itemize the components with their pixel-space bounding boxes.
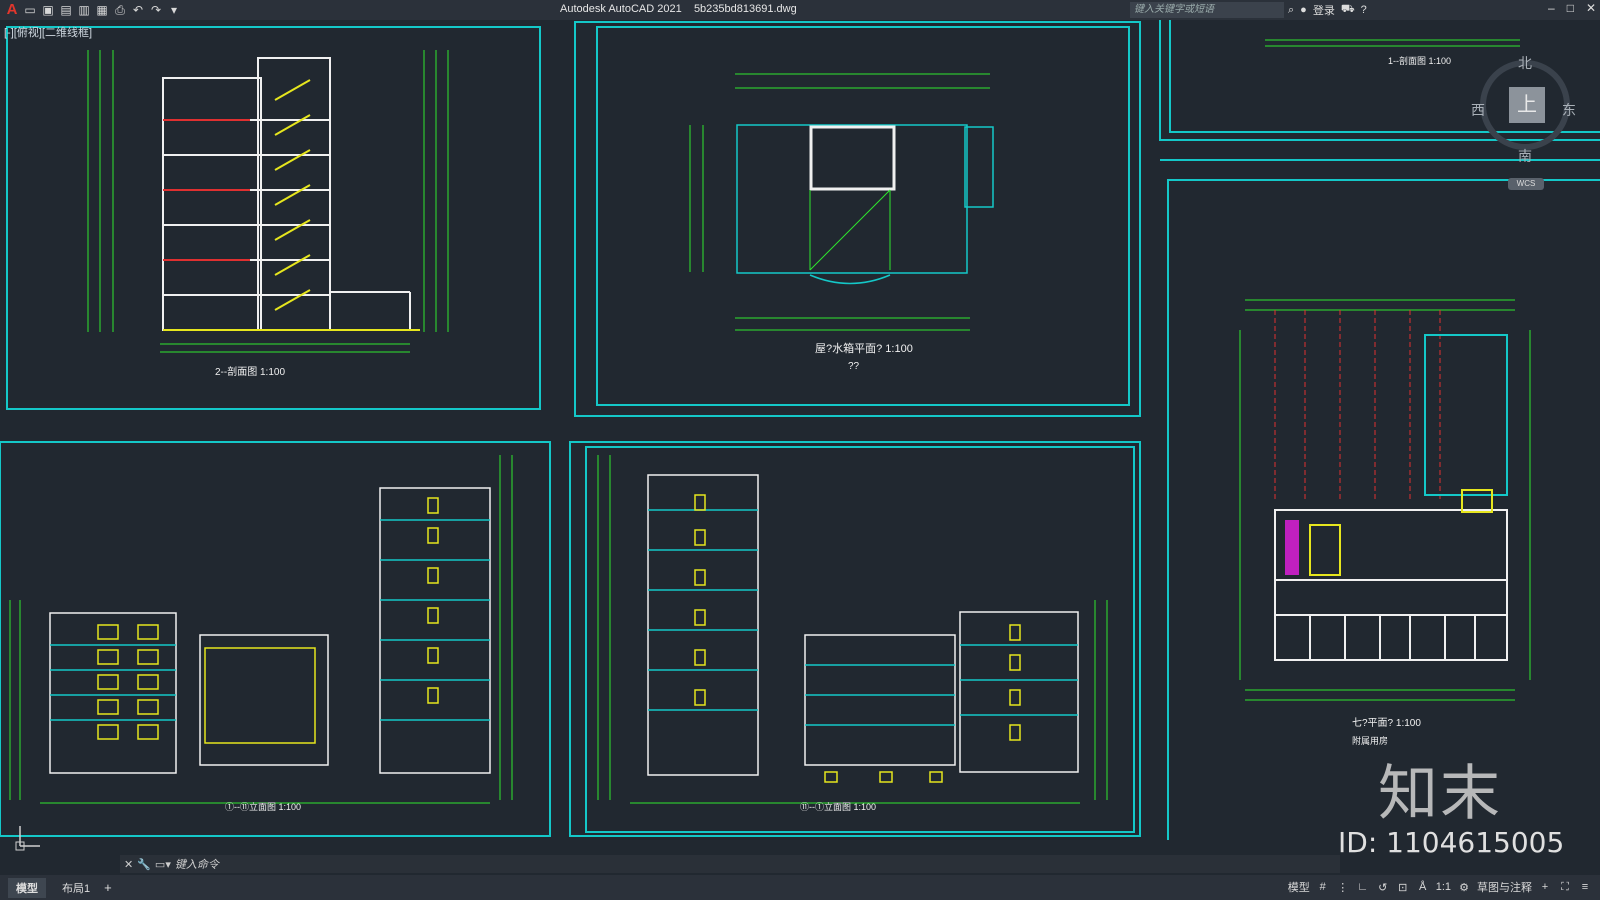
tab-model[interactable]: 模型 (8, 877, 46, 898)
cart-icon[interactable]: ⛟ (1341, 3, 1355, 17)
floor7-plan: 七?平面? 1:100 附属用房 (1239, 299, 1531, 746)
water-tank-subtitle: ?? (848, 361, 860, 372)
ucs-icon (15, 826, 40, 851)
annotation-scale[interactable]: 1:1 (1436, 881, 1451, 893)
workspace-switch[interactable]: 草图与注释 (1477, 879, 1532, 895)
viewcube-top-face[interactable]: 上 (1509, 87, 1545, 123)
grid-icon[interactable]: # (1316, 881, 1330, 893)
minimize-icon[interactable]: – (1548, 1, 1555, 15)
section-1-title: 1--剖面图 1:100 (1388, 55, 1451, 66)
new-file-icon[interactable]: ▭ (22, 2, 38, 18)
close-cmdline-icon[interactable]: ✕ (124, 858, 133, 871)
elevation-a-title: ①--⑪立面图 1:100 (225, 801, 301, 812)
autocad-logo-icon[interactable]: A (4, 2, 20, 18)
watermark-logo: 知末 (1378, 759, 1502, 829)
quick-access-toolbar: A ▭ ▣ ▤ ▥ ▦ ⎙ ↶ ↷ ▾ (4, 2, 182, 18)
compass-west[interactable]: 西 (1471, 100, 1485, 120)
gear-icon[interactable]: ⚙ (1457, 881, 1471, 894)
open-file-icon[interactable]: ▣ (40, 2, 56, 18)
search-icon[interactable]: ⌕ (1288, 4, 1294, 17)
title-right-controls: ⌕ ● 登录 ⛟ ? (1288, 2, 1367, 18)
compass-north[interactable]: 北 (1518, 53, 1532, 73)
publish-icon[interactable]: ▦ (94, 2, 110, 18)
customize-icon[interactable]: ▾ (166, 2, 182, 18)
save-icon[interactable]: ▤ (58, 2, 74, 18)
window-title: Autodesk AutoCAD 2021 5b235bd813691.dwg (560, 3, 797, 15)
water-tank-plan: 屋?水箱平面? 1:100 ?? (689, 73, 994, 372)
add-layout-icon[interactable]: + (104, 880, 112, 895)
plot-icon[interactable]: ⎙ (112, 2, 128, 18)
watermark-id: ID: 1104615005 (1338, 826, 1565, 859)
polar-icon[interactable]: ↺ (1376, 881, 1390, 894)
recent-commands-icon[interactable]: ▭▾ (155, 858, 171, 871)
tab-layout1[interactable]: 布局1 (54, 878, 98, 898)
compass-east[interactable]: 东 (1562, 100, 1576, 120)
command-input[interactable]: 键入命令 (175, 856, 219, 872)
sheet-frames (0, 20, 1600, 840)
section-2-drawing: 2--剖面图 1:100 (87, 50, 449, 378)
annotation-icon[interactable]: Å (1416, 881, 1430, 893)
customize-cmdline-icon[interactable]: 🔧 (137, 858, 151, 871)
ortho-icon[interactable]: ∟ (1356, 881, 1370, 893)
window-controls: – □ ✕ (1548, 1, 1596, 15)
plus-icon[interactable]: + (1538, 881, 1552, 893)
search-input[interactable]: 键入关键字或短语 (1130, 2, 1284, 18)
save-as-icon[interactable]: ▥ (76, 2, 92, 18)
drawing-canvas[interactable]: 2--剖面图 1:100 屋?水箱平面? 1:100 ?? 1--剖面图 1:1… (0, 20, 1600, 855)
help-icon[interactable]: ? (1361, 4, 1367, 16)
osnap-icon[interactable]: ⊡ (1396, 881, 1410, 894)
snap-icon[interactable]: ⋮ (1336, 881, 1350, 894)
elevation-b-drawing: ⑪--①立面图 1:100 (597, 455, 1108, 812)
viewcube[interactable]: 上 北 南 西 东 WCS (1470, 45, 1580, 195)
login-link[interactable]: 登录 (1313, 2, 1335, 18)
undo-icon[interactable]: ↶ (130, 2, 146, 18)
compass-south[interactable]: 南 (1518, 146, 1532, 166)
user-icon[interactable]: ● (1300, 4, 1307, 16)
status-bar: 模型 布局1 + 模型 # ⋮ ∟ ↺ ⊡ Å 1:1 ⚙ 草图与注释 + ⛶ … (0, 875, 1600, 900)
command-line: ✕ 🔧 ▭▾ 键入命令 (120, 855, 1340, 873)
elevation-a-drawing: ①--⑪立面图 1:100 (9, 455, 513, 812)
section-2-title: 2--剖面图 1:100 (215, 365, 285, 378)
model-space-toggle[interactable]: 模型 (1288, 879, 1310, 895)
elevation-b-title: ⑪--①立面图 1:100 (800, 801, 876, 812)
wcs-menu[interactable]: WCS (1508, 178, 1544, 190)
title-bar: A ▭ ▣ ▤ ▥ ▦ ⎙ ↶ ↷ ▾ Autodesk AutoCAD 202… (0, 0, 1600, 20)
floor7-title: 七?平面? 1:100 (1352, 717, 1421, 729)
maximize-icon[interactable]: □ (1567, 1, 1574, 15)
status-tray: 模型 # ⋮ ∟ ↺ ⊡ Å 1:1 ⚙ 草图与注释 + ⛶ ≡ (1288, 879, 1592, 895)
redo-icon[interactable]: ↷ (148, 2, 164, 18)
fullscreen-icon[interactable]: ⛶ (1558, 881, 1572, 894)
water-tank-title: 屋?水箱平面? 1:100 (815, 341, 913, 355)
close-icon[interactable]: ✕ (1586, 1, 1596, 15)
menu-icon[interactable]: ≡ (1578, 881, 1592, 893)
viewport-label[interactable]: [-][俯视][二维线框] (4, 24, 92, 40)
